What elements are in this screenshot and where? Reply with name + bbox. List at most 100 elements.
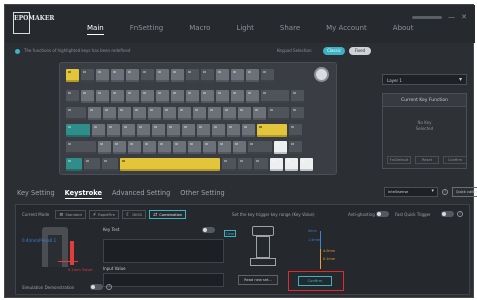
- key[interactable]: [238, 107, 251, 120]
- read-new-set-button[interactable]: Read new set...: [238, 275, 278, 285]
- key[interactable]: [143, 141, 156, 154]
- key[interactable]: [201, 69, 214, 82]
- key[interactable]: [120, 158, 220, 171]
- nav-my-account[interactable]: My Account: [326, 24, 367, 35]
- key[interactable]: [122, 124, 135, 137]
- key[interactable]: [218, 141, 231, 154]
- key[interactable]: [84, 158, 100, 171]
- key[interactable]: [291, 107, 304, 120]
- key[interactable]: [270, 158, 283, 171]
- key[interactable]: [141, 90, 154, 103]
- help-icon[interactable]: ?: [106, 284, 112, 290]
- key[interactable]: [178, 107, 191, 120]
- clear-button[interactable]: Clear: [224, 230, 236, 237]
- key[interactable]: [182, 124, 195, 137]
- key[interactable]: [148, 107, 161, 120]
- key[interactable]: [186, 90, 199, 103]
- help-icon[interactable]: ?: [457, 211, 463, 217]
- nav-light[interactable]: Light: [236, 24, 253, 35]
- key[interactable]: [158, 141, 171, 154]
- confirm-button[interactable]: Confirm: [298, 276, 332, 286]
- key[interactable]: [156, 69, 169, 82]
- classic-toggle[interactable]: Classic: [323, 47, 345, 55]
- key[interactable]: [126, 90, 139, 103]
- mode-rapidfire[interactable]: ⚡ RapidFire: [88, 210, 119, 219]
- key[interactable]: [141, 69, 154, 82]
- key[interactable]: [173, 141, 186, 154]
- key[interactable]: [111, 90, 124, 103]
- fn-default-button[interactable]: Fn/Default: [387, 156, 411, 164]
- quick-calibration-button[interactable]: Quick calibration: [452, 187, 477, 197]
- key[interactable]: [163, 107, 176, 120]
- key[interactable]: [171, 90, 184, 103]
- key[interactable]: [197, 124, 210, 137]
- key[interactable]: [113, 141, 126, 154]
- key[interactable]: [222, 158, 236, 171]
- nav-macro[interactable]: Macro: [189, 24, 210, 35]
- anti-ghosting-toggle[interactable]: [376, 211, 389, 217]
- mode-dkss[interactable]: ☾ DKSS: [121, 210, 147, 219]
- key[interactable]: [212, 124, 225, 137]
- key[interactable]: [128, 141, 141, 154]
- key[interactable]: [171, 69, 184, 82]
- key-confirm-button[interactable]: Confirm: [443, 156, 467, 164]
- nav-fnsetting[interactable]: FnSetting: [130, 24, 164, 35]
- key[interactable]: [66, 141, 96, 154]
- simulation-toggle[interactable]: [90, 284, 103, 290]
- key[interactable]: [246, 69, 259, 82]
- tab-advanced-setting[interactable]: Advanced Setting: [112, 189, 170, 199]
- key[interactable]: [167, 124, 180, 137]
- key[interactable]: [289, 124, 302, 137]
- key[interactable]: [133, 107, 146, 120]
- key[interactable]: [88, 107, 101, 120]
- key[interactable]: [96, 90, 109, 103]
- key[interactable]: [201, 90, 214, 103]
- close-icon[interactable]: ✕: [461, 13, 467, 21]
- nav-about[interactable]: About: [393, 24, 414, 35]
- key[interactable]: [92, 124, 105, 137]
- reset-button[interactable]: Reset: [415, 156, 439, 164]
- key[interactable]: [137, 124, 150, 137]
- key[interactable]: [193, 107, 206, 120]
- key[interactable]: [66, 158, 82, 171]
- key[interactable]: [289, 141, 302, 154]
- key[interactable]: [118, 107, 131, 120]
- key[interactable]: [227, 124, 240, 137]
- key[interactable]: [66, 90, 79, 103]
- key[interactable]: [66, 124, 90, 137]
- key[interactable]: [126, 69, 139, 82]
- key[interactable]: [253, 107, 266, 120]
- key[interactable]: [254, 158, 268, 171]
- key[interactable]: [291, 90, 304, 103]
- key[interactable]: [216, 90, 229, 103]
- key[interactable]: [223, 107, 236, 120]
- help-icon[interactable]: ?: [442, 189, 448, 195]
- mode-standard[interactable]: ≡ Standard: [55, 210, 86, 219]
- minimize-icon[interactable]: —: [448, 13, 455, 21]
- key[interactable]: [216, 69, 229, 82]
- tab-keystroke[interactable]: Keystroke: [64, 189, 102, 199]
- key[interactable]: [188, 141, 201, 154]
- mode-combination[interactable]: ⇄ Combination: [149, 210, 187, 219]
- key[interactable]: [107, 124, 120, 137]
- tab-key-setting[interactable]: Key Setting: [17, 189, 55, 199]
- key[interactable]: [231, 90, 244, 103]
- key[interactable]: [66, 69, 79, 82]
- key[interactable]: [81, 69, 94, 82]
- intellisense-select[interactable]: Intellisense ▾: [384, 187, 438, 197]
- key[interactable]: [152, 124, 165, 137]
- nav-main[interactable]: Main: [87, 24, 104, 35]
- key[interactable]: [257, 124, 287, 137]
- key[interactable]: [231, 69, 244, 82]
- nav-share[interactable]: Share: [280, 24, 300, 35]
- key[interactable]: [233, 141, 246, 154]
- key[interactable]: [261, 69, 274, 82]
- key[interactable]: [246, 90, 259, 103]
- input-value-field[interactable]: [103, 273, 224, 287]
- key[interactable]: [111, 69, 124, 82]
- key[interactable]: [81, 90, 94, 103]
- key[interactable]: [103, 107, 116, 120]
- key[interactable]: [203, 141, 216, 154]
- key[interactable]: [261, 90, 289, 103]
- key[interactable]: [285, 158, 298, 171]
